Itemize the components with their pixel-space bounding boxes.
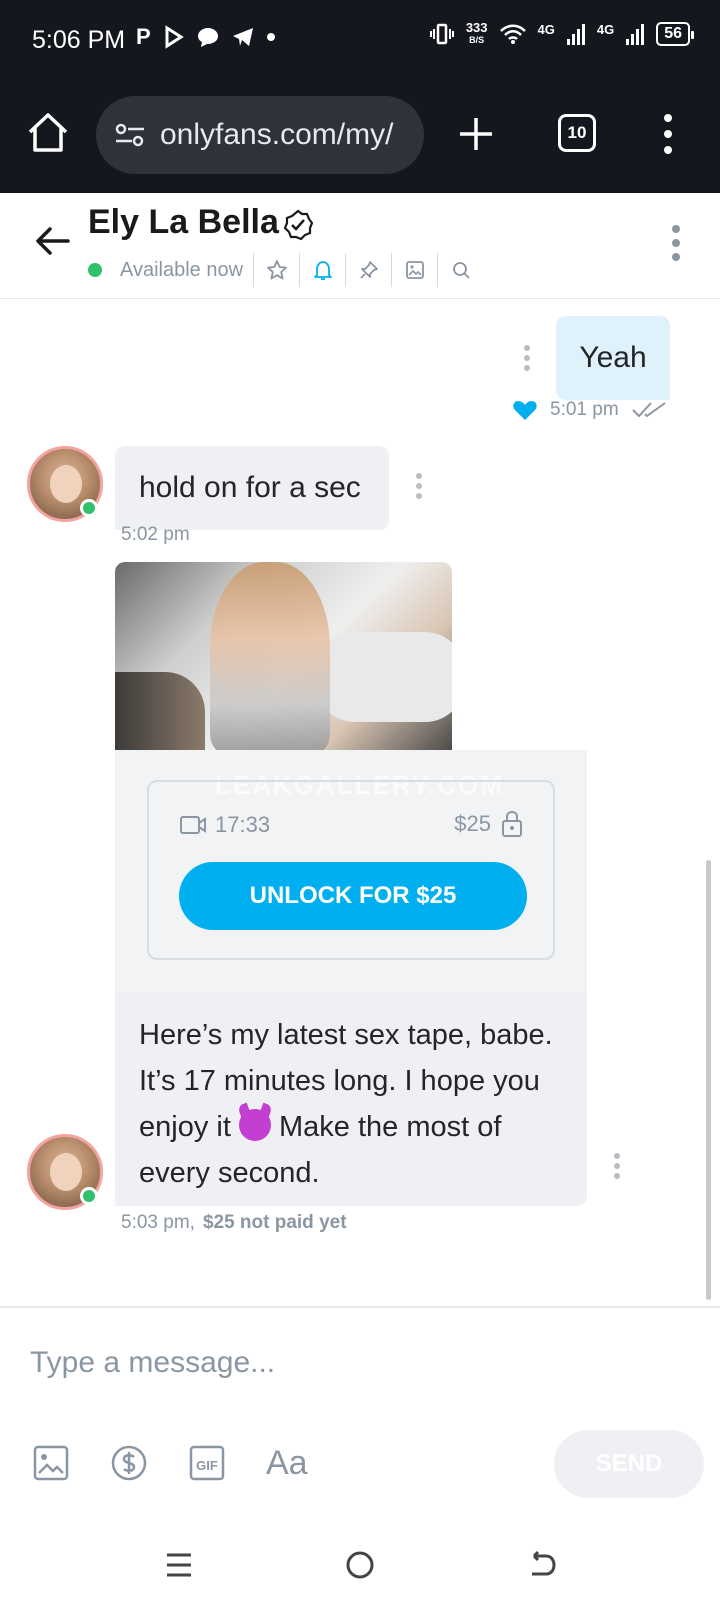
notif-dot-icon (266, 33, 275, 41)
lock-icon (502, 810, 522, 837)
message-input[interactable] (30, 1338, 690, 1388)
system-back-icon[interactable] (524, 1548, 558, 1582)
unlock-button[interactable]: UNLOCK FOR $25 (179, 862, 527, 930)
online-indicator (88, 263, 102, 277)
favorite-button[interactable] (253, 253, 299, 287)
avatar-face (50, 465, 82, 503)
status-time: 5:06 PM (32, 26, 126, 54)
network-type-1: 4G (537, 22, 555, 37)
notif-telegram-icon (232, 28, 253, 46)
send-button[interactable]: SEND (554, 1430, 704, 1498)
incoming-message-time: 5:02 pm (121, 524, 190, 545)
home-circle-icon[interactable] (343, 1548, 377, 1582)
home-icon[interactable] (26, 110, 70, 154)
search-icon (452, 262, 470, 279)
signal-icon-1 (566, 23, 585, 45)
system-navigation-bar (0, 1518, 720, 1612)
speed-unit: B/S (469, 35, 485, 45)
outgoing-message[interactable]: Yeah (556, 316, 670, 400)
locked-media-card: 17:33 $25 UNLOCK FOR $25 (147, 780, 555, 960)
outgoing-message-meta: 5:01 pm (512, 396, 667, 424)
devil-emoji-icon (238, 1109, 271, 1141)
incoming-message[interactable]: hold on for a sec (115, 446, 389, 530)
chat-options-icon[interactable] (668, 223, 684, 263)
online-indicator (80, 499, 98, 517)
avatar-face (50, 1153, 82, 1191)
site-settings-icon[interactable] (114, 122, 146, 148)
browser-toolbar: onlyfans.com/my/ 10 (0, 92, 720, 174)
media-shape (210, 562, 330, 750)
video-duration: 17:33 (179, 812, 270, 838)
status-right: 333 B/S 4G 4G 56 (429, 20, 694, 46)
new-tab-icon[interactable] (456, 114, 496, 154)
scrollbar[interactable] (706, 860, 711, 1300)
avatar[interactable] (27, 446, 103, 522)
address-bar[interactable]: onlyfans.com/my/ (96, 96, 424, 174)
media-shape (315, 632, 452, 722)
signal-icon-2 (626, 23, 645, 45)
read-receipt-icon (631, 402, 666, 418)
gif-icon[interactable]: GIF (188, 1444, 226, 1482)
media-shape (115, 672, 205, 750)
tab-switcher-button[interactable]: 10 (558, 114, 596, 152)
media-price: $25 (454, 810, 523, 838)
vibrate-icon (429, 23, 454, 45)
verified-badge-icon (283, 209, 314, 241)
image-icon (405, 261, 424, 279)
outgoing-message-time: 5:01 pm (550, 399, 619, 420)
network-type-2: 4G (596, 22, 615, 37)
search-button[interactable] (437, 253, 483, 287)
online-indicator (80, 1187, 98, 1205)
pin-icon (359, 261, 378, 279)
status-bar: 5:06 PM P 333 B/S 4G 4G 56 (0, 0, 720, 80)
notif-play-icon (165, 25, 184, 49)
wifi-icon (499, 24, 526, 44)
battery-icon: 56 (656, 22, 694, 46)
notification-icons: P (136, 24, 275, 50)
pin-button[interactable] (345, 253, 391, 287)
gallery-button[interactable] (391, 253, 437, 287)
back-arrow-icon[interactable] (32, 221, 72, 261)
payment-status: $25 not paid yet (202, 1212, 347, 1233)
text-format-button[interactable]: Aa (266, 1444, 308, 1482)
incoming-message[interactable]: Here’s my latest sex tape, babe. It’s 17… (115, 992, 587, 1206)
presence-row: Available now (88, 253, 483, 287)
tip-dollar-icon[interactable] (110, 1444, 148, 1482)
avatar[interactable] (27, 1134, 103, 1210)
price-text: $25 (454, 811, 491, 836)
browser-chrome: 5:06 PM P 333 B/S 4G 4G 56 onlyfans.com/ (0, 0, 720, 193)
recent-apps-icon[interactable] (162, 1548, 196, 1582)
availability-status: Available now (120, 258, 244, 281)
notifications-button[interactable] (299, 253, 345, 287)
media-preview[interactable] (115, 562, 452, 750)
attach-image-icon[interactable] (32, 1444, 70, 1482)
bell-icon (313, 261, 332, 280)
contact-name[interactable]: Ely La Bella (88, 203, 279, 242)
message-list[interactable]: Yeah 5:01 pm hold on for a sec 5:02 pm L… (0, 300, 720, 1306)
message-options-icon[interactable] (612, 1152, 622, 1180)
duration-text: 17:33 (215, 812, 271, 837)
network-speed: 333 B/S (465, 20, 488, 46)
chat-header: Ely La Bella Available now (0, 193, 720, 299)
star-icon (266, 260, 287, 280)
browser-menu-icon[interactable] (660, 112, 676, 156)
heart-icon[interactable] (512, 398, 538, 422)
url-text: onlyfans.com/my/ (160, 118, 394, 151)
locked-media-panel: LEAKGALLERY.COM 17:33 $25 UNLOCK FOR $25 (115, 750, 587, 992)
message-composer: GIF Aa SEND (0, 1306, 720, 1518)
incoming-message-meta: 5:03 pm, $25 not paid yet (121, 1212, 347, 1234)
speed-value: 333 (465, 20, 488, 35)
svg-text:GIF: GIF (196, 1458, 218, 1473)
message-options-icon[interactable] (414, 472, 424, 500)
notif-p-icon: P (136, 24, 151, 49)
message-options-icon[interactable] (522, 344, 532, 372)
video-icon (180, 816, 206, 834)
notif-chat-icon (197, 28, 218, 47)
incoming-message-time: 5:03 pm, (121, 1212, 195, 1233)
composer-tools: GIF Aa (32, 1444, 308, 1482)
